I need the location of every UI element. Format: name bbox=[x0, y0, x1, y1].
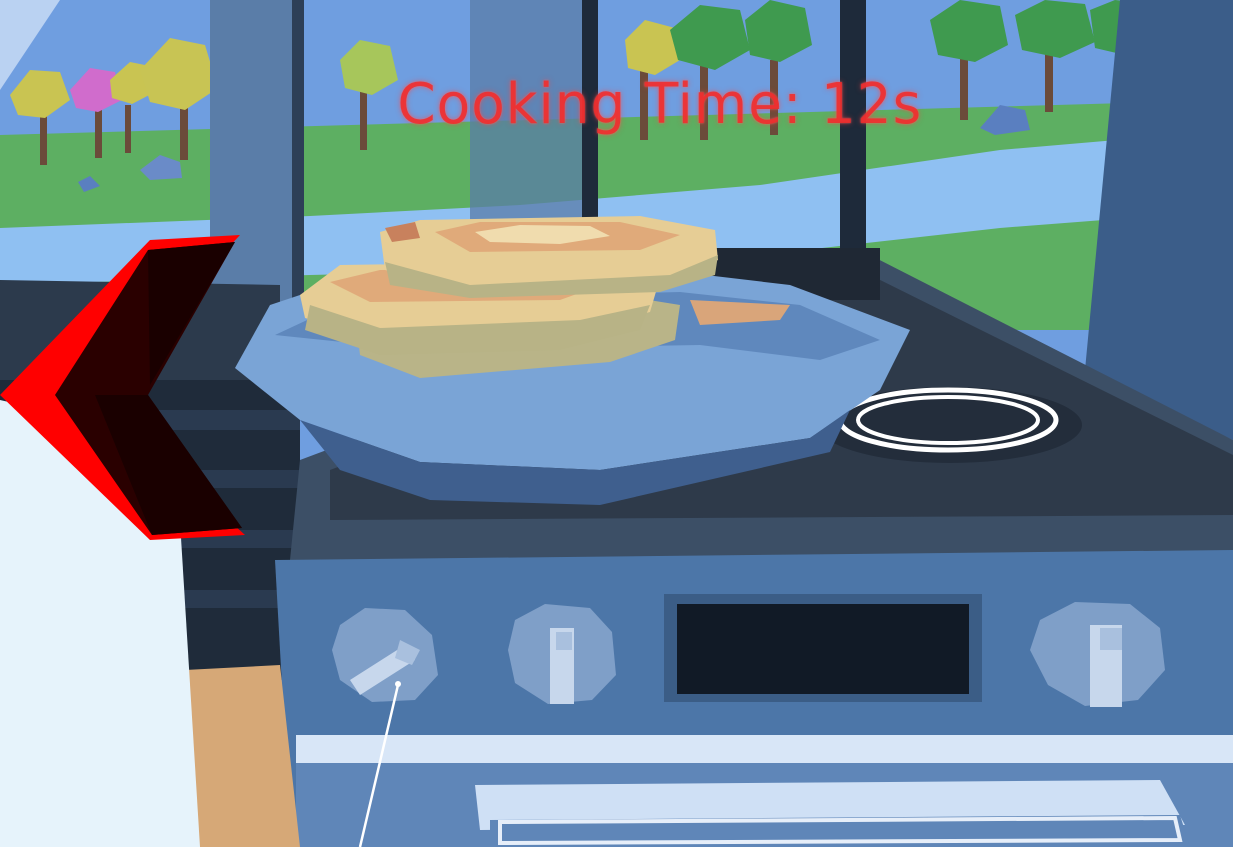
stove-display bbox=[677, 604, 969, 694]
cooking-time-label: Cooking Time: 12s bbox=[397, 72, 923, 137]
pointer-dot bbox=[395, 681, 401, 687]
